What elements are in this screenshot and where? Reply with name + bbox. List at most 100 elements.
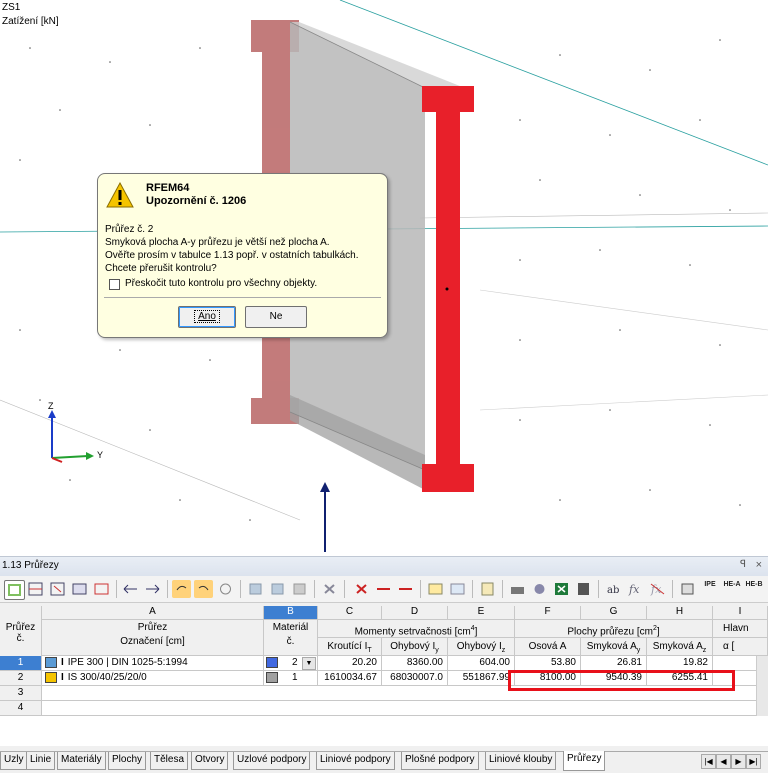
row-number[interactable]: 4 — [0, 701, 42, 716]
i-beam-icon: I — [61, 657, 64, 668]
tab-first-icon[interactable]: |◀ — [701, 754, 716, 769]
i-beam-icon: I — [61, 672, 64, 683]
col-letter-b[interactable]: B — [264, 606, 318, 620]
material-cell[interactable]: 2 ▼ — [264, 656, 318, 671]
library-icon[interactable] — [678, 580, 697, 598]
select-icon[interactable] — [374, 580, 393, 598]
tab-plochy[interactable]: Plochy — [108, 752, 147, 770]
table-options-icon[interactable] — [92, 580, 111, 598]
heb-section-button[interactable]: HE-B — [744, 581, 764, 589]
3d-viewport[interactable]: ZS1 Zatížení [kN] Z Y RFEM64 Upozornění … — [0, 0, 768, 552]
material-cell[interactable]: 1 — [264, 671, 318, 686]
dialog-separator — [104, 297, 381, 298]
vertical-scrollbar[interactable] — [756, 656, 768, 716]
header-moments-group: Momenty setrvačnosti [cm4] — [318, 620, 515, 638]
filter-icon[interactable] — [246, 580, 265, 598]
tab-otvory[interactable]: Otvory — [191, 752, 229, 770]
table-row[interactable]: I IS 300/40/25/20/0 — [42, 671, 264, 686]
export-icon[interactable] — [143, 580, 162, 598]
tab-telesa[interactable]: Tělesa — [150, 752, 189, 770]
header-axial-area: Osová A — [515, 638, 581, 656]
tab-linie[interactable]: Linie — [26, 752, 56, 770]
no-button[interactable]: Ne — [245, 306, 307, 328]
svg-text:fx: fx — [628, 583, 640, 596]
highlight-box — [508, 670, 735, 691]
delete-row-icon[interactable] — [48, 580, 67, 598]
tab-prurezy[interactable]: Průřezy — [563, 751, 606, 771]
shear-ay-cell[interactable]: 26.81 — [581, 656, 647, 671]
material-color-swatch — [266, 671, 278, 683]
table-edit-icon[interactable] — [4, 580, 25, 600]
tab-plosne-podpory[interactable]: Plošné podpory — [401, 752, 479, 770]
table-row[interactable]: I IPE 300 | DIN 1025-5:1994 — [42, 656, 264, 671]
bending-y-cell[interactable]: 8360.00 — [382, 656, 448, 671]
axial-area-cell[interactable]: 53.80 — [515, 656, 581, 671]
tab-next-icon[interactable]: ▶ — [731, 754, 746, 769]
redo-icon[interactable] — [194, 580, 213, 598]
col-letter-d[interactable]: D — [382, 606, 448, 620]
skip-check-checkbox[interactable] — [109, 279, 120, 290]
header-section: Průřez Označení [cm] — [42, 620, 264, 656]
tab-uzlove-podpory[interactable]: Uzlové podpory — [233, 752, 311, 770]
row-number[interactable]: 2 — [0, 671, 42, 686]
columns-icon[interactable] — [426, 580, 445, 598]
col-letter-i[interactable]: I — [713, 606, 768, 620]
import-icon[interactable] — [121, 580, 140, 598]
col-letter-e[interactable]: E — [448, 606, 515, 620]
edit-icon[interactable] — [478, 580, 497, 598]
yes-button[interactable]: Ano — [178, 306, 236, 328]
skip-check-label[interactable]: Přeskočit tuto kontrolu pro všechny obje… — [125, 278, 317, 289]
symbol-icon[interactable]: ab — [604, 580, 623, 598]
select-2-icon[interactable] — [396, 580, 415, 598]
insert-row-icon[interactable] — [26, 580, 45, 598]
rows-icon[interactable] — [448, 580, 467, 598]
col-letter-c[interactable]: C — [318, 606, 382, 620]
excel-icon[interactable] — [552, 580, 571, 598]
col-letter-h[interactable]: H — [647, 606, 713, 620]
torsion-cell[interactable]: 1610034.67 — [318, 671, 382, 686]
header-bending-y: Ohybový Iy — [382, 638, 448, 656]
bending-z-cell[interactable]: 604.00 — [448, 656, 515, 671]
ipe-section-button[interactable]: IPE — [700, 581, 720, 589]
filter-3-icon[interactable] — [290, 580, 309, 598]
header-areas-group: Plochy průřezu [cm2] — [515, 620, 713, 638]
clear-icon[interactable] — [320, 580, 339, 598]
formula-icon[interactable]: fx — [626, 580, 645, 598]
copy-rows-icon[interactable] — [70, 580, 89, 598]
calculator-icon[interactable] — [574, 580, 593, 598]
tab-liniove-podpory[interactable]: Liniové podpory — [316, 752, 395, 770]
bending-z-cell[interactable]: 551867.99 — [448, 671, 515, 686]
undo-icon[interactable] — [172, 580, 191, 598]
chevron-down-icon[interactable]: ▼ — [302, 657, 316, 670]
tab-prev-icon[interactable]: ◀ — [716, 754, 731, 769]
torsion-cell[interactable]: 20.20 — [318, 656, 382, 671]
bending-y-cell[interactable]: 68030007.0 — [382, 671, 448, 686]
section-color-swatch — [45, 656, 57, 668]
tab-materialy[interactable]: Materiály — [57, 752, 106, 770]
header-torsion: Kroutící IT — [318, 638, 382, 656]
col-letter-g[interactable]: G — [581, 606, 647, 620]
tab-last-icon[interactable]: ▶| — [746, 754, 761, 769]
warning-icon — [106, 182, 134, 208]
sections-panel: 1.13 Průřezy ꟼ × ab fx fx IPE HE-A HE-B … — [0, 556, 768, 773]
formula-off-icon[interactable]: fx — [648, 580, 667, 598]
units-icon[interactable] — [530, 580, 549, 598]
filter-2-icon[interactable] — [268, 580, 287, 598]
col-letter-f[interactable]: F — [515, 606, 581, 620]
row-number[interactable]: 1 — [0, 656, 42, 671]
shear-az-cell[interactable]: 19.82 — [647, 656, 713, 671]
tab-liniove-klouby[interactable]: Liniové klouby — [485, 752, 557, 770]
hea-section-button[interactable]: HE-A — [722, 581, 742, 589]
pin-icon[interactable]: ꟼ — [740, 559, 746, 570]
dialog-line-4: Chcete přerušit kontrolu? — [105, 263, 217, 274]
row-number[interactable]: 3 — [0, 686, 42, 701]
axis-y-label: Y — [97, 450, 104, 460]
tab-uzly[interactable]: Uzly — [0, 752, 28, 770]
delete-icon[interactable] — [352, 580, 371, 598]
col-letter-a[interactable]: A — [42, 606, 264, 620]
refresh-icon[interactable] — [216, 580, 235, 598]
table-row[interactable] — [42, 701, 768, 716]
close-icon[interactable]: × — [756, 559, 762, 571]
print-icon[interactable] — [508, 580, 527, 598]
header-alpha: α [ — [713, 638, 768, 656]
